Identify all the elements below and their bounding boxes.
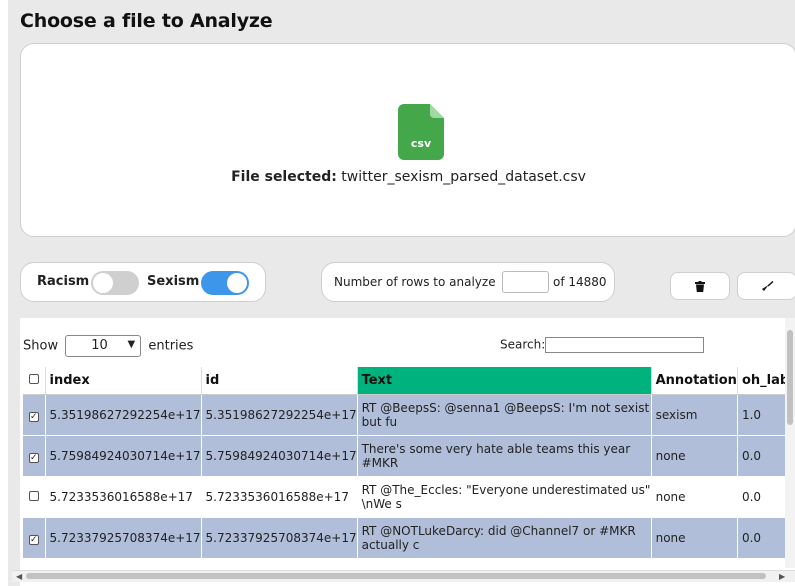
cell-text: There's some very hate able teams this y… <box>357 434 652 476</box>
file-name: twitter_sexism_parsed_dataset.csv <box>341 169 586 185</box>
search-label: Search: <box>500 337 546 352</box>
data-table-section: Show 10 ▼ entries Search: index id Text A… <box>20 318 795 586</box>
analyze-panel: Choose a file to Analyze csv File select… <box>8 0 795 586</box>
scroll-right-icon[interactable]: ▶ <box>779 572 785 581</box>
show-label: Show <box>23 338 59 354</box>
row-checkbox-cell[interactable] <box>23 475 46 517</box>
select-all-checkbox[interactable] <box>28 373 39 384</box>
search-control: Search: <box>500 337 705 353</box>
entries-label: entries <box>148 338 194 354</box>
column-header-text[interactable]: Text <box>357 367 652 395</box>
sexism-label: Sexism <box>147 274 200 289</box>
rows-label: Number of rows to analyze <box>334 275 496 289</box>
cell-index: 5.75984924030714e+17 <box>45 434 202 476</box>
table-row[interactable]: ✓ 5.72337925708374e+17 5.72337925708374e… <box>23 516 795 558</box>
cell-id: 5.72337925708374e+17 <box>201 516 358 558</box>
rows-total: of 14880 <box>553 275 607 289</box>
rows-to-analyze-box: Number of rows to analyze of 14880 <box>321 262 615 302</box>
row-checkbox[interactable]: ✓ <box>28 452 39 463</box>
cell-index: 5.35198627292254e+17 <box>45 393 202 435</box>
cell-index: 5.72337925708374e+17 <box>45 516 202 558</box>
search-input[interactable] <box>545 337 705 353</box>
table-header-row: index id Text Annotation oh_label <box>23 367 795 395</box>
delete-button[interactable] <box>670 272 730 300</box>
broom-icon <box>762 281 774 291</box>
chevron-down-icon: ▼ <box>127 339 136 350</box>
table-row[interactable]: ✓ 5.75984924030714e+17 5.75984924030714e… <box>23 434 795 476</box>
label-toggle-box: Racism Sexism <box>20 262 266 302</box>
table-row[interactable]: 5.7233536016588e+17 5.7233536016588e+17 … <box>23 475 795 517</box>
sexism-toggle-knob <box>226 272 248 294</box>
trash-icon <box>695 281 705 292</box>
vertical-scrollbar-thumb[interactable] <box>787 330 793 425</box>
cell-annotation: none <box>651 475 738 517</box>
cell-id: 5.7233536016588e+17 <box>201 475 358 517</box>
clear-button[interactable] <box>737 272 795 300</box>
racism-toggle[interactable] <box>91 271 139 295</box>
page-size-select[interactable]: 10 ▼ <box>65 335 142 357</box>
scroll-left-icon[interactable]: ◀ <box>16 572 22 581</box>
page-size-control: Show 10 ▼ entries <box>23 335 193 357</box>
row-checkbox[interactable]: ✓ <box>28 534 39 545</box>
row-checkbox-cell[interactable]: ✓ <box>23 393 46 435</box>
column-header-id[interactable]: id <box>201 367 358 395</box>
row-checkbox[interactable]: ✓ <box>28 411 39 422</box>
racism-toggle-knob <box>92 272 114 294</box>
racism-label: Racism <box>37 274 90 289</box>
file-selected-line: File selected: twitter_sexism_parsed_dat… <box>21 169 795 185</box>
file-selected-label: File selected: <box>231 169 337 185</box>
cell-text: RT @BeepsS: @senna1 @BeepsS: I'm not sex… <box>357 393 652 435</box>
sexism-toggle[interactable] <box>201 271 249 295</box>
select-all-cell[interactable] <box>23 367 46 395</box>
csv-file-icon: csv <box>398 104 444 160</box>
cell-id: 5.35198627292254e+17 <box>201 393 358 435</box>
page-size-value: 10 <box>91 338 108 353</box>
cell-annotation: none <box>651 516 738 558</box>
row-checkbox-cell[interactable]: ✓ <box>23 516 46 558</box>
csv-icon-label: csv <box>411 137 432 150</box>
horizontal-scrollbar-thumb[interactable] <box>26 573 766 579</box>
column-header-annotation[interactable]: Annotation <box>651 367 738 395</box>
rows-input[interactable] <box>502 271 549 293</box>
cell-id: 5.75984924030714e+17 <box>201 434 358 476</box>
cell-annotation: sexism <box>651 393 738 435</box>
cell-index: 5.7233536016588e+17 <box>45 475 202 517</box>
cell-text: RT @The_Eccles: "Everyone underestimated… <box>357 475 652 517</box>
file-dropzone[interactable]: csv File selected: twitter_sexism_parsed… <box>20 43 795 237</box>
row-checkbox-cell[interactable]: ✓ <box>23 434 46 476</box>
column-header-index[interactable]: index <box>45 367 202 395</box>
row-checkbox[interactable] <box>28 490 39 501</box>
table-row[interactable]: ✓ 5.35198627292254e+17 5.35198627292254e… <box>23 393 795 435</box>
data-table: index id Text Annotation oh_label ✓ 5.35… <box>23 367 795 558</box>
cell-text: RT @NOTLukeDarcy: did @Channel7 or #MKR … <box>357 516 652 558</box>
page-title: Choose a file to Analyze <box>20 10 273 32</box>
cell-annotation: none <box>651 434 738 476</box>
